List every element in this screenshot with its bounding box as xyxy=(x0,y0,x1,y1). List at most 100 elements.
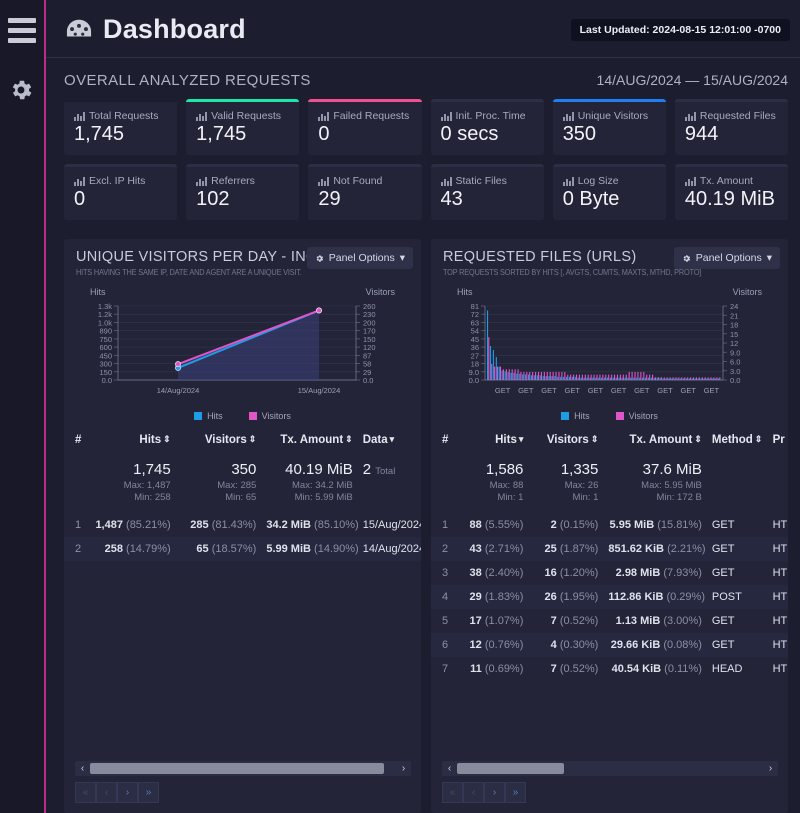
bar xyxy=(606,377,609,380)
scroll-left-button[interactable]: ‹ xyxy=(442,761,457,776)
bar-chart-svg[interactable]: 81726354453627189.00.024211815129.06.03.… xyxy=(439,298,769,408)
bar xyxy=(510,372,512,380)
gear-icon xyxy=(683,254,690,262)
column-header-[interactable]: # xyxy=(64,427,90,453)
stat-card: Log Size 0 Byte xyxy=(552,164,666,220)
scroll-right-button[interactable]: › xyxy=(763,761,778,776)
legend-item[interactable]: Visitors xyxy=(615,411,658,421)
page-prev-button[interactable]: ‹ xyxy=(96,782,117,803)
panel-footer: ‹ › « ‹ › » xyxy=(431,755,788,813)
bar xyxy=(685,378,688,380)
stat-card-value: 0 Byte xyxy=(562,188,620,210)
panel-subtitle: TOP REQUESTS SORTED BY HITS [, AVGTS, CU… xyxy=(443,268,702,277)
svg-text:12: 12 xyxy=(730,339,738,348)
scrollbar-thumb[interactable] xyxy=(457,763,565,774)
scrollbar-thumb[interactable] xyxy=(90,763,384,774)
bar xyxy=(671,378,673,380)
cell-hits: 258 (14.79%) xyxy=(90,537,176,561)
page-next-button[interactable]: › xyxy=(484,782,505,803)
table-row: 1,586 1,335 37.6 MiB xyxy=(431,453,788,480)
scroll-right-button[interactable]: › xyxy=(396,761,411,776)
page-first-button[interactable]: « xyxy=(442,782,463,803)
column-header-hits[interactable]: Hits ⇕ xyxy=(90,427,176,453)
column-header-data[interactable]: Data ▾ xyxy=(358,427,421,453)
table-row: 1 88 (5.55%) 2 (0.15%) 5.95 MiB (15.81%) GET… xyxy=(431,513,788,537)
page-next-button[interactable]: › xyxy=(117,782,138,803)
panel-options-button[interactable]: Panel Options ▾ xyxy=(673,247,780,269)
legend-item[interactable]: Visitors xyxy=(248,411,291,421)
legend-swatch xyxy=(561,412,570,420)
scrollbar-track[interactable] xyxy=(457,761,763,776)
page-last-button[interactable]: » xyxy=(505,782,526,803)
column-header-hits[interactable]: Hits ▾ xyxy=(457,427,528,453)
bar xyxy=(634,371,636,380)
column-header-visitors[interactable]: Visitors ⇕ xyxy=(176,427,262,453)
svg-text:GET: GET xyxy=(564,386,580,395)
column-header-method[interactable]: Method ⇕ xyxy=(707,427,768,453)
bar xyxy=(615,377,617,380)
cell-visitors: 16 (1.20%) xyxy=(544,567,599,579)
table-row: 4 29 (1.83%) 26 (1.95%) 112.86 KiB (0.29%) P… xyxy=(431,585,788,609)
bar xyxy=(514,369,516,380)
bar xyxy=(527,374,530,380)
column-label: Tx. Amount xyxy=(629,434,693,446)
bar xyxy=(625,374,627,380)
bar xyxy=(706,378,708,380)
bar xyxy=(643,371,645,380)
bar xyxy=(716,377,718,380)
legend-item[interactable]: Hits xyxy=(194,411,223,421)
table-row: Min: 258 Min: 65 Min: 5.99 MiB xyxy=(64,492,421,513)
svg-text:GET: GET xyxy=(657,386,673,395)
page-prev-button[interactable]: ‹ xyxy=(463,782,484,803)
scroll-left-button[interactable]: ‹ xyxy=(75,761,90,776)
bar xyxy=(619,374,621,380)
cell-protocol: HT xyxy=(767,585,788,609)
panel-options-button[interactable]: Panel Options ▾ xyxy=(306,247,413,269)
bar xyxy=(614,374,616,380)
bar-chart-icon xyxy=(196,111,208,121)
bar-chart-icon xyxy=(440,176,452,186)
sort-icon: ⇕ xyxy=(590,434,599,444)
bar xyxy=(674,378,676,380)
page-last-button[interactable]: » xyxy=(138,782,159,803)
legend-item[interactable]: Hits xyxy=(561,411,590,421)
stat-card-value: 0 xyxy=(74,188,86,210)
cell-visitors: 65 (18.57%) xyxy=(175,537,262,561)
column-label: Visitors xyxy=(546,434,589,446)
column-label: Pr xyxy=(772,434,785,446)
column-header-[interactable]: # xyxy=(431,427,457,453)
bar xyxy=(511,369,513,380)
column-header-tx-amount[interactable]: Tx. Amount ⇕ xyxy=(261,427,357,453)
page-first-button[interactable]: « xyxy=(75,782,96,803)
cell-index: 1 xyxy=(442,519,449,531)
table-header-row: # Hits ▾ Visitors ⇕ Tx. Amount ⇕ Method ⇕ Pr xyxy=(431,427,788,453)
summary-bandwidth-max: Max: 34.2 MiB xyxy=(292,480,353,491)
cell-bandwidth: 29.66 KiB (0.08%) xyxy=(603,633,707,657)
scrollbar-track[interactable] xyxy=(90,761,396,776)
hamburger-icon[interactable] xyxy=(8,18,36,43)
column-header-pr[interactable]: Pr xyxy=(768,427,788,453)
sort-desc-icon: ▾ xyxy=(518,434,524,444)
column-header-visitors[interactable]: Visitors ⇕ xyxy=(528,427,603,453)
stat-card-label: Log Size xyxy=(562,175,656,187)
summary-hits-min: Min: 258 xyxy=(134,492,171,503)
bar xyxy=(504,371,506,380)
cell-hits: 17 (1.07%) xyxy=(469,615,524,627)
line-chart-svg[interactable]: 1.3k1.2k1.0k8907506004503001500.02602302… xyxy=(72,298,402,408)
stat-card-row: Total Requests 1,745 Valid Requests 1,745 Fa… xyxy=(64,99,789,155)
horizontal-scrollbar[interactable]: ‹ › xyxy=(442,761,778,776)
gear-icon[interactable] xyxy=(8,77,36,108)
bar xyxy=(657,377,659,380)
column-header-tx-amount[interactable]: Tx. Amount ⇕ xyxy=(603,427,707,453)
pagination: « ‹ › » xyxy=(75,782,411,803)
horizontal-scrollbar[interactable]: ‹ › xyxy=(75,761,411,776)
bar xyxy=(526,371,528,380)
svg-text:GET: GET xyxy=(495,386,511,395)
table-row: 1 1,487 (85.21%) 285 (81.43%) 34.2 MiB (85.… xyxy=(64,513,421,537)
cell-protocol: HT xyxy=(772,615,788,627)
table-row: Max: 88 Max: 26 Max: 5.95 MiB xyxy=(431,480,788,492)
bar xyxy=(564,371,566,380)
legend-swatch xyxy=(248,412,257,420)
summary-total: 2 Total xyxy=(362,461,396,478)
bar xyxy=(618,377,620,380)
